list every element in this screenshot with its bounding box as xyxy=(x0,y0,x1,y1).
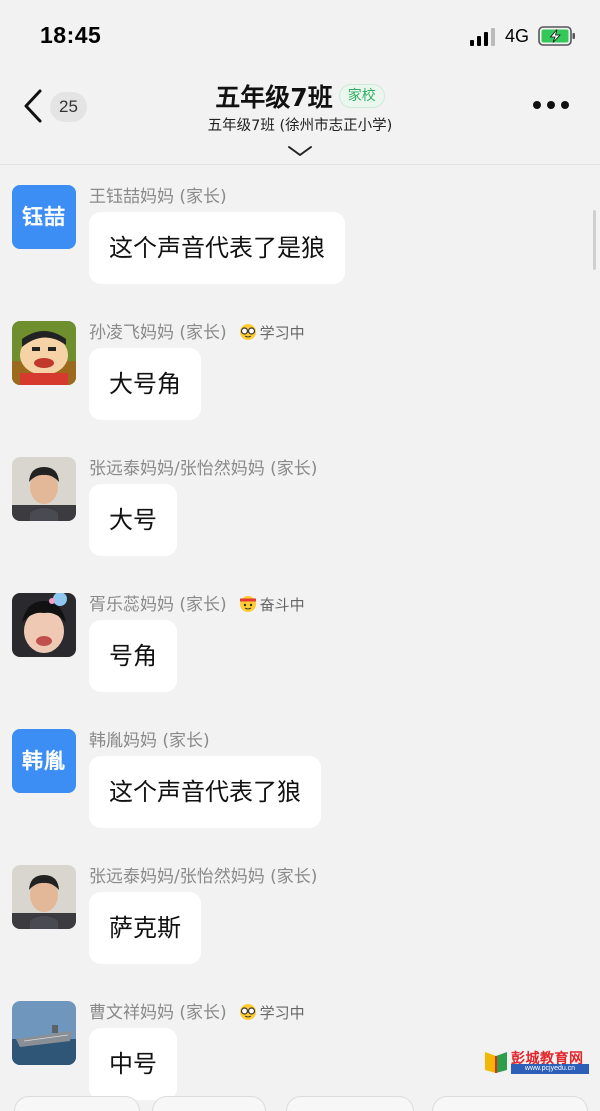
sender-name: 张远泰妈妈/张怡然妈妈 (家长) xyxy=(89,867,318,887)
group-subtitle: 五年级7班 (徐州市志正小学) xyxy=(207,118,393,134)
message-bubble[interactable]: 中号 xyxy=(89,1028,177,1100)
avatar[interactable]: 钰喆 xyxy=(12,185,76,249)
sender-name: 张远泰妈妈/张怡然妈妈 (家长) xyxy=(89,459,318,479)
avatar[interactable] xyxy=(12,865,76,929)
chevron-down-icon[interactable] xyxy=(287,144,313,158)
avatar[interactable] xyxy=(12,321,76,385)
avatar[interactable] xyxy=(12,593,76,657)
group-title: 五年级7班 xyxy=(215,83,333,112)
watermark-url: www.pcjyedu.cn xyxy=(511,1064,589,1074)
quick-action-chip[interactable] xyxy=(432,1096,588,1111)
sender-name: 韩胤妈妈 (家长) xyxy=(89,731,210,751)
studying-emoji-icon xyxy=(239,324,256,340)
title-row[interactable]: 五年级7班 家校 xyxy=(0,78,600,114)
status-bar: 18:45 4G xyxy=(0,0,600,70)
quick-action-chip[interactable] xyxy=(286,1096,414,1111)
message-bubble[interactable]: 萨克斯 xyxy=(89,892,201,964)
cartoon-avatar-image xyxy=(12,321,76,385)
sender-name: 王钰喆妈妈 (家长) xyxy=(89,187,227,207)
chat-header: 25 五年级7班 家校 五年级7班 (徐州市志正小学) xyxy=(0,70,600,165)
book-logo-icon xyxy=(485,1052,507,1073)
quick-action-chip[interactable] xyxy=(152,1096,266,1111)
avatar[interactable] xyxy=(12,457,76,521)
message-bubble[interactable]: 这个声音代表了狼 xyxy=(89,756,321,828)
message-bubble[interactable]: 大号角 xyxy=(89,348,201,420)
signal-icon xyxy=(470,28,495,46)
network-type: 4G xyxy=(505,26,530,46)
status-tag: 学习中 xyxy=(239,1001,305,1025)
quick-actions-bar xyxy=(0,1096,600,1111)
photo-avatar-image xyxy=(12,865,76,929)
message-bubble[interactable]: 号角 xyxy=(89,620,177,692)
status-tag: 奋斗中 xyxy=(239,593,305,617)
message-bubble[interactable]: 这个声音代表了是狼 xyxy=(89,212,345,284)
aircraft-carrier-avatar-image xyxy=(12,1001,76,1065)
scrollbar[interactable] xyxy=(593,210,596,270)
battery-charging-icon xyxy=(538,26,575,46)
more-options-icon[interactable] xyxy=(532,100,570,110)
site-watermark: 彭城教育网 www.pcjyedu.cn xyxy=(483,1048,591,1076)
clock: 18:45 xyxy=(40,22,102,48)
photo-avatar-image xyxy=(12,457,76,521)
photo-avatar-image xyxy=(12,593,76,657)
sender-name: 胥乐蕊妈妈 (家长) 奋斗中 xyxy=(89,593,305,617)
avatar[interactable] xyxy=(12,1001,76,1065)
studying-emoji-icon xyxy=(239,1004,256,1020)
message-bubble[interactable]: 大号 xyxy=(89,484,177,556)
avatar[interactable]: 韩胤 xyxy=(12,729,76,793)
home-school-badge: 家校 xyxy=(338,84,385,108)
quick-action-chip[interactable] xyxy=(14,1096,140,1111)
sender-name: 孙凌飞妈妈 (家长) 学习中 xyxy=(89,321,305,345)
striving-emoji-icon xyxy=(239,596,256,612)
sender-name: 曹文祥妈妈 (家长) 学习中 xyxy=(89,1001,305,1025)
status-tag: 学习中 xyxy=(239,321,305,345)
